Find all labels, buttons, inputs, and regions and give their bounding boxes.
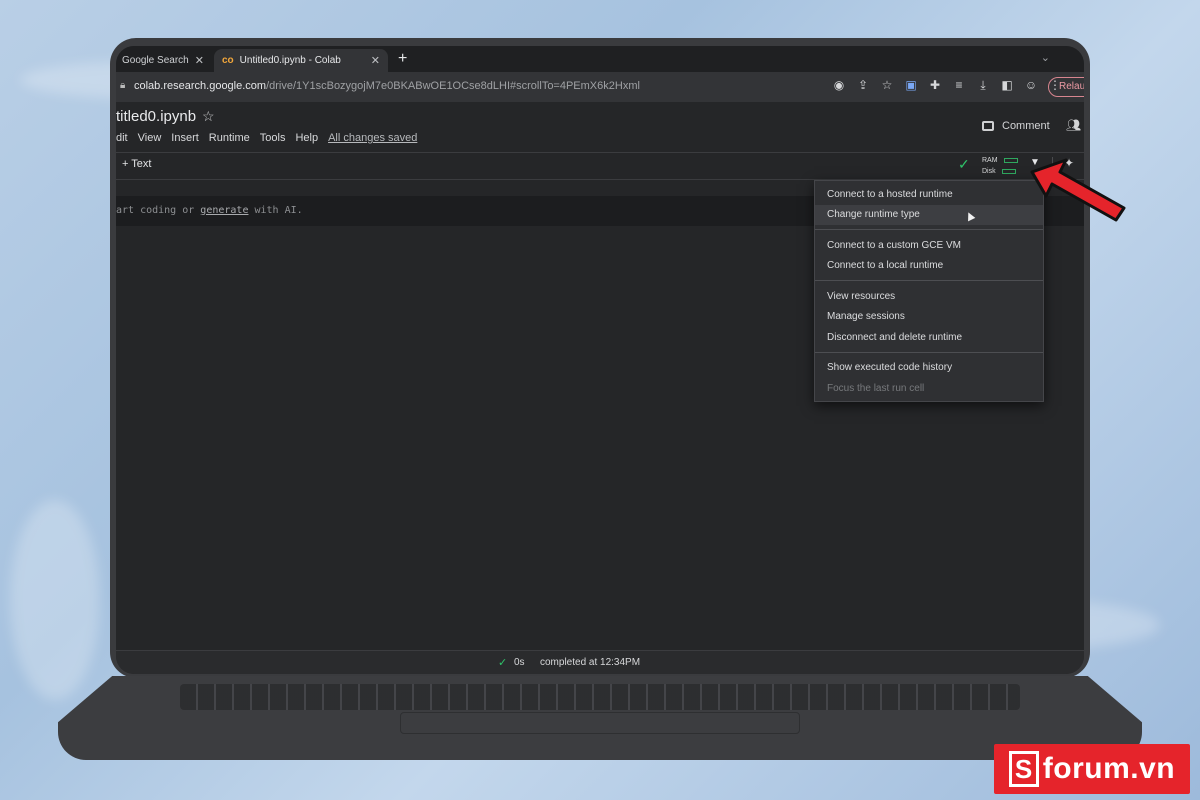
address-bar: 🔒︎ colab.research.google.com/drive/1Y1sc… (116, 72, 1084, 102)
checkmark-icon: ✓ (958, 156, 970, 172)
new-tab-button[interactable]: + (398, 50, 407, 68)
menu-runtime[interactable]: Runtime (209, 132, 250, 144)
execution-duration: 0s (514, 657, 525, 668)
puzzle-icon[interactable]: ✚ (928, 78, 942, 93)
bookmark-star-icon[interactable]: ☆ (880, 78, 894, 93)
menu-item-focus-last-cell: Focus the last run cell (827, 383, 925, 394)
ram-bar (1003, 157, 1018, 163)
cell-placeholder: art coding or generate with AI. (116, 205, 303, 216)
url-field[interactable]: colab.research.google.com/drive/1Y1scBoz… (134, 80, 640, 92)
lock-icon[interactable]: 🔒︎ (120, 80, 125, 91)
menu-tools[interactable]: Tools (260, 132, 286, 144)
tab-label: Untitled0.ipynb - Colab (239, 55, 341, 66)
reading-list-icon[interactable]: ≡ (952, 78, 966, 93)
notebook-title[interactable]: titled0.ipynb (116, 108, 196, 125)
laptop-screen: Google Search ✕ co Untitled0.ipynb - Col… (116, 46, 1084, 674)
sforum-logo: S forum.vn (994, 744, 1190, 794)
cell-placeholder-suffix: with AI. (248, 205, 303, 216)
status-bar: ✓ 0s completed at 12:34PM (116, 650, 1084, 674)
people-icon[interactable]: 👥︎ (1066, 118, 1081, 132)
tab-colab[interactable]: co Untitled0.ipynb - Colab ✕ (214, 49, 388, 72)
google-lens-icon[interactable]: ◉ (832, 78, 846, 93)
menu-item-manage-sessions[interactable]: Manage sessions (827, 311, 905, 322)
menu-item-local-runtime[interactable]: Connect to a local runtime (827, 260, 943, 271)
relaunch-button[interactable]: Relaun (1048, 77, 1084, 97)
tab-google-search[interactable]: Google Search ✕ (116, 49, 212, 72)
chevron-down-icon[interactable]: ⌄ (1041, 51, 1050, 64)
execution-status: completed at 12:34PM (540, 657, 641, 668)
star-icon[interactable]: ☆ (202, 108, 215, 125)
logo-text: forum.vn (1042, 752, 1176, 785)
ram-label: RAM (982, 157, 998, 164)
close-icon[interactable]: ✕ (195, 54, 204, 67)
colab-logo-icon: co (222, 55, 234, 66)
menu-item-connect-hosted[interactable]: Connect to a hosted runtime (827, 189, 953, 200)
menu-item-change-runtime-type[interactable]: Change runtime type (827, 209, 920, 220)
download-icon[interactable]: ⤓ (976, 78, 990, 93)
notebook-menu-bar: dit View Insert Runtime Tools Help All c… (116, 132, 417, 144)
menu-item-view-resources[interactable]: View resources (827, 291, 895, 302)
comment-label: Comment (1002, 120, 1050, 132)
menu-edit[interactable]: dit (116, 132, 128, 144)
menu-item-code-history[interactable]: Show executed code history (827, 362, 952, 373)
generate-link[interactable]: generate (200, 205, 248, 216)
extension-icon[interactable]: ▣ (904, 78, 918, 93)
logo-letter: S (1008, 751, 1039, 787)
menu-divider (815, 280, 1043, 281)
share-icon[interactable]: ⇪ (856, 78, 870, 93)
browser-toolbar-icons: ◉ ⇪ ☆ ▣ ✚ ≡ ⤓ ◧ ☺ ⋮ (832, 78, 1062, 93)
background-streak (10, 500, 100, 700)
menu-divider (815, 229, 1043, 230)
comment-button[interactable]: Comment (982, 120, 1050, 132)
menu-divider (815, 352, 1043, 353)
notebook-toolbar: + Text ✓ RAM Disk ▼ ✦ (116, 153, 1084, 179)
laptop-trackpad (400, 712, 800, 734)
side-panel-icon[interactable]: ◧ (1000, 78, 1014, 93)
browser-tab-bar: Google Search ✕ co Untitled0.ipynb - Col… (116, 46, 1084, 72)
red-arrow-icon (1030, 158, 1126, 222)
menu-item-disconnect-delete[interactable]: Disconnect and delete runtime (827, 332, 962, 343)
checkmark-icon: ✓ (498, 657, 508, 669)
laptop-keyboard (180, 684, 1020, 710)
save-status-link[interactable]: All changes saved (328, 132, 417, 144)
menu-insert[interactable]: Insert (171, 132, 199, 144)
url-host: colab.research.google.com (134, 80, 267, 92)
close-icon[interactable]: ✕ (371, 54, 380, 67)
tab-label: Google Search (122, 55, 189, 66)
menu-item-custom-gce-vm[interactable]: Connect to a custom GCE VM (827, 240, 961, 251)
profile-avatar-icon[interactable]: ☺ (1024, 78, 1038, 93)
menu-help[interactable]: Help (295, 132, 318, 144)
resource-indicator[interactable]: RAM Disk (982, 155, 1018, 177)
menu-view[interactable]: View (138, 132, 162, 144)
add-text-cell-button[interactable]: + Text (122, 158, 151, 170)
disk-bar (1001, 168, 1016, 174)
url-path: /drive/1Y1scBozygojM7e0BKABwOE1OCse8dLHI… (266, 80, 640, 92)
runtime-menu: Connect to a hosted runtime Change runti… (814, 180, 1044, 402)
cell-placeholder-prefix: art coding or (116, 205, 201, 216)
comment-icon (982, 121, 994, 131)
disk-label: Disk (982, 168, 996, 175)
